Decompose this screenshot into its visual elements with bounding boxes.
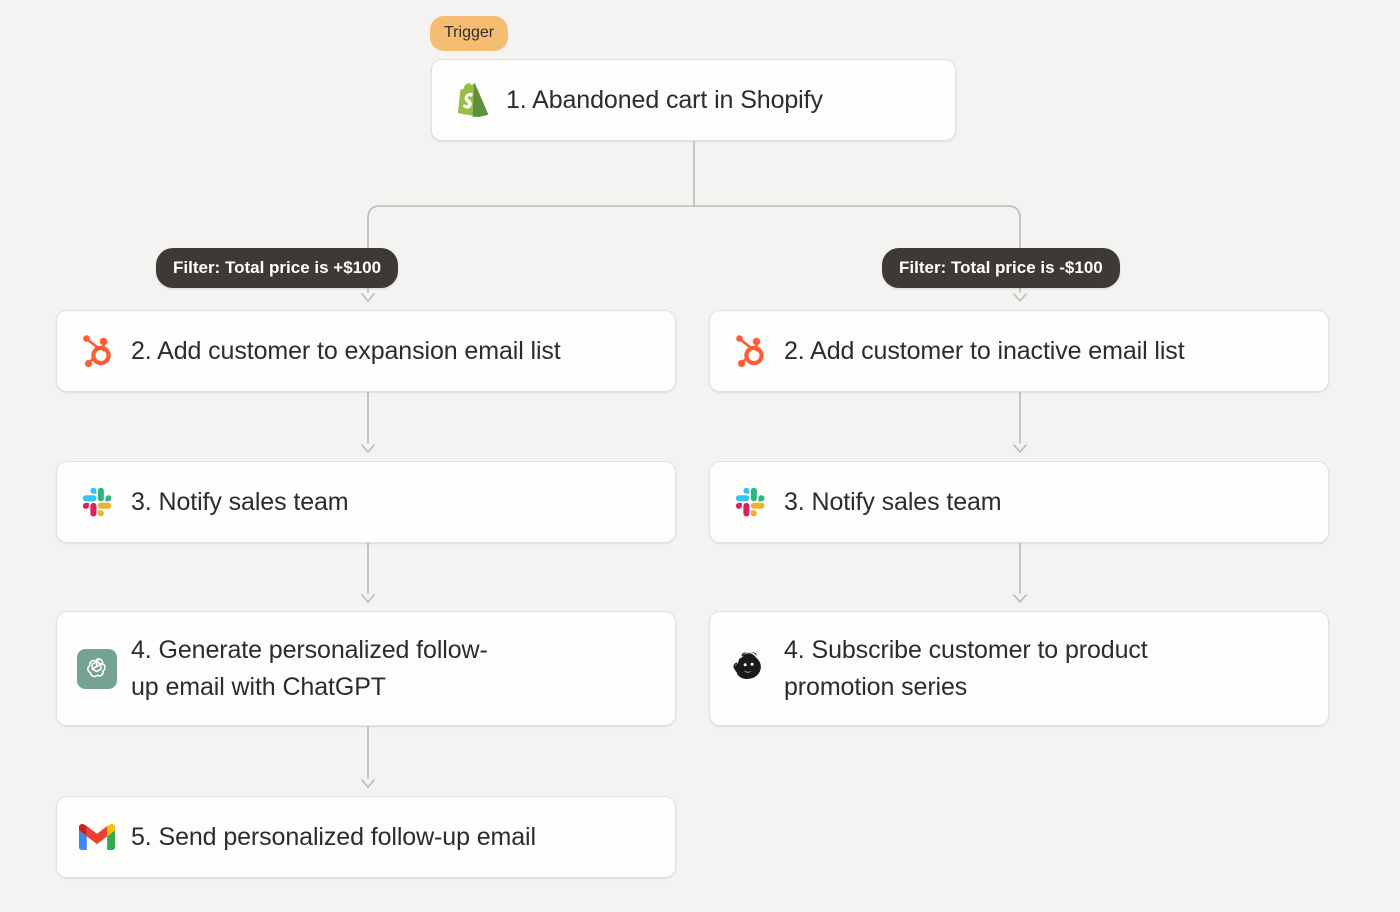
- node-label: 4. Subscribe customer to product promoti…: [784, 632, 1148, 706]
- connector-branch-left: [368, 206, 694, 292]
- arrowhead-left-3: [362, 445, 374, 452]
- node-label: 3. Notify sales team: [131, 484, 349, 521]
- slack-icon: [730, 482, 770, 522]
- trigger-badge: Trigger: [430, 16, 508, 51]
- node-label: 2. Add customer to expansion email list: [131, 333, 561, 370]
- node-label: 5. Send personalized follow-up email: [131, 819, 536, 856]
- filter-pill-left[interactable]: Filter: Total price is +$100: [156, 248, 398, 288]
- arrowhead-right-3: [1014, 445, 1026, 452]
- node-trigger-shopify[interactable]: 1. Abandoned cart in Shopify: [431, 59, 956, 141]
- node-label: 1. Abandoned cart in Shopify: [506, 82, 823, 119]
- arrowhead-right-4: [1014, 595, 1026, 602]
- node-left-4-chatgpt[interactable]: 4. Generate personalized follow- up emai…: [56, 611, 676, 726]
- workflow-canvas: Trigger 1. Abandoned cart in Shopify Fil…: [0, 0, 1400, 912]
- arrowhead-left-5: [362, 780, 374, 787]
- node-left-5-gmail[interactable]: 5. Send personalized follow-up email: [56, 796, 676, 878]
- node-right-4-mailchimp[interactable]: 4. Subscribe customer to product promoti…: [709, 611, 1329, 726]
- hubspot-icon: [730, 331, 770, 371]
- node-label: 2. Add customer to inactive email list: [784, 333, 1185, 370]
- node-left-3-slack[interactable]: 3. Notify sales team: [56, 461, 676, 543]
- node-right-3-slack[interactable]: 3. Notify sales team: [709, 461, 1329, 543]
- node-left-2-hubspot[interactable]: 2. Add customer to expansion email list: [56, 310, 676, 392]
- chatgpt-icon: [77, 649, 117, 689]
- mailchimp-icon: [730, 649, 770, 689]
- gmail-icon: [77, 817, 117, 857]
- hubspot-icon: [77, 331, 117, 371]
- node-label: 4. Generate personalized follow- up emai…: [131, 632, 488, 706]
- node-label: 3. Notify sales team: [784, 484, 1002, 521]
- arrowhead-left-branch: [362, 294, 374, 301]
- node-right-2-hubspot[interactable]: 2. Add customer to inactive email list: [709, 310, 1329, 392]
- arrowhead-left-4: [362, 595, 374, 602]
- slack-icon: [77, 482, 117, 522]
- shopify-icon: [452, 80, 492, 120]
- arrowhead-right-branch: [1014, 294, 1026, 301]
- filter-pill-right[interactable]: Filter: Total price is -$100: [882, 248, 1120, 288]
